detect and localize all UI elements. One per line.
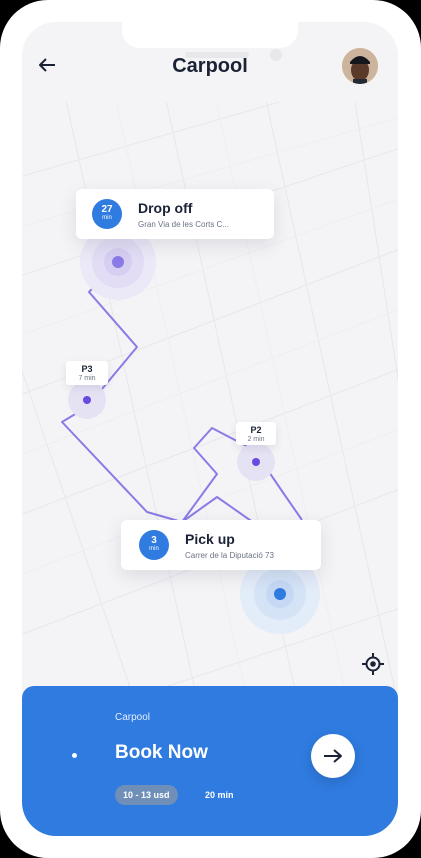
pickup-title: Pick up — [185, 531, 235, 547]
dropoff-title: Drop off — [138, 200, 193, 216]
arrow-right-icon — [324, 749, 342, 763]
avatar[interactable] — [342, 48, 378, 84]
stop-p2-name: P2 — [250, 425, 262, 435]
pickup-address: Carrer de la Diputació 73 — [185, 551, 274, 560]
confirm-arrow-button[interactable] — [311, 734, 355, 778]
pickup-card[interactable]: 3 min Pick up Carrer de la Diputació 73 — [121, 520, 321, 570]
dropoff-eta-unit: min — [102, 215, 112, 221]
stop-p3-label: P3 7 min — [66, 361, 108, 385]
p3-dot — [83, 396, 91, 404]
stop-p2-label: P2 2 min — [236, 422, 276, 445]
trip-duration: 20 min — [205, 790, 234, 800]
pickup-eta-badge: 3 min — [139, 530, 169, 560]
speaker — [185, 52, 249, 58]
price-badge: 10 - 13 usd — [115, 785, 178, 805]
user-avatar-icon — [342, 48, 378, 84]
stop-p3-name: P3 — [81, 364, 93, 374]
dropoff-dot — [112, 256, 124, 268]
app-screen: 27 min Drop off Gran Via de les Corts C.… — [22, 22, 398, 836]
device-notch — [122, 22, 298, 48]
stop-p3-time: 7 min — [78, 375, 96, 382]
dropoff-card[interactable]: 27 min Drop off Gran Via de les Corts C.… — [76, 189, 274, 239]
pickup-eta-value: 3 — [151, 535, 157, 546]
camera — [270, 49, 282, 61]
dropoff-eta-badge: 27 min — [92, 199, 122, 229]
phone-frame: 27 min Drop off Gran Via de les Corts C.… — [0, 0, 421, 858]
page-indicator-dot — [72, 753, 77, 758]
booking-sheet: Carpool Book Now 10 - 13 usd 20 min — [22, 686, 398, 836]
dropoff-eta-value: 27 — [101, 204, 113, 215]
book-now-button[interactable]: Book Now — [115, 742, 208, 764]
pickup-eta-unit: min — [149, 546, 159, 552]
locate-me-button[interactable] — [361, 652, 385, 676]
map[interactable]: 27 min Drop off Gran Via de les Corts C.… — [22, 67, 398, 736]
pickup-dot — [274, 588, 286, 600]
crosshair-icon — [362, 653, 384, 675]
dropoff-address: Gran Via de les Corts C... — [138, 220, 229, 229]
p2-dot — [252, 458, 260, 466]
stop-p2-time: 2 min — [247, 436, 265, 443]
ride-type-label: Carpool — [115, 712, 151, 723]
